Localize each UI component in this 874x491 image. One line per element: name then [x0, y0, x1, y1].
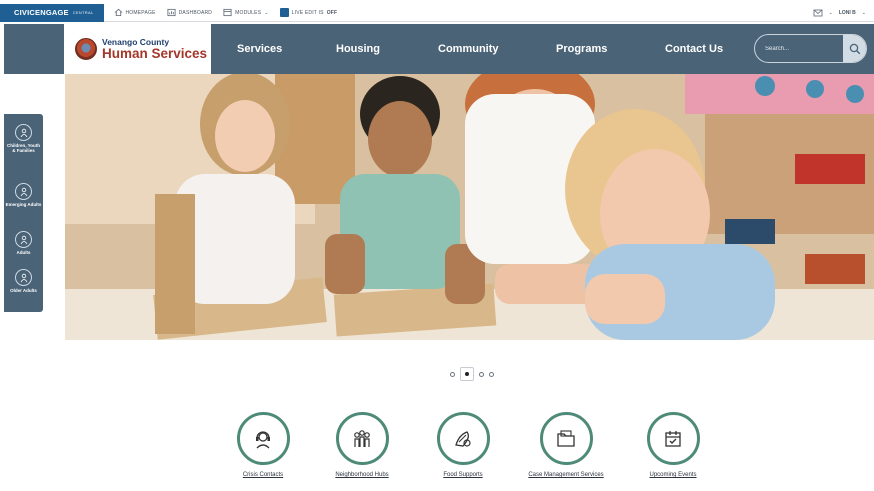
search-input[interactable]: [755, 35, 843, 62]
chevron-down-icon[interactable]: ⌄: [829, 10, 833, 16]
live-edit-state: OFF: [326, 9, 338, 16]
modules-menu[interactable]: MODULES ⌄: [223, 8, 269, 17]
chevron-down-icon[interactable]: ⌄: [862, 10, 866, 16]
civicengage-brand[interactable]: CIVICENGAGE CENTRAL: [0, 3, 104, 22]
quick-link-label[interactable]: Crisis Contacts: [243, 472, 283, 478]
quick-link-crisis-contacts[interactable]: Crisis Contacts: [218, 412, 308, 478]
quick-link-neighborhood-hubs[interactable]: Neighborhood Hubs: [317, 412, 407, 478]
dashboard-label: DASHBOARD: [178, 9, 213, 16]
calendar-check-icon: [665, 430, 681, 447]
nav-community[interactable]: Community: [438, 24, 499, 74]
live-edit-toggle[interactable]: LIVE EDIT IS OFF: [279, 8, 338, 17]
older-adult-icon: [20, 273, 27, 282]
brand-sub: CENTRAL: [72, 10, 94, 15]
dashboard-icon: [167, 8, 176, 17]
audience-older-adults[interactable]: Older Adults: [4, 269, 43, 294]
adult-icon: [20, 235, 27, 244]
group-icon: [354, 429, 370, 447]
audience-label: Children, Youth & Families: [6, 143, 41, 153]
search-icon: [849, 43, 860, 54]
logo-line-1: Venango County: [102, 36, 170, 47]
slide-dot-1[interactable]: [450, 371, 455, 377]
search-button[interactable]: [843, 35, 866, 62]
quick-link-label[interactable]: Upcoming Events: [649, 472, 696, 478]
live-edit-icon: [279, 8, 289, 17]
nav-services[interactable]: Services: [237, 24, 282, 74]
slide-dot-3[interactable]: [479, 371, 484, 377]
homepage-label: HOMEPAGE: [125, 9, 156, 16]
quick-link-case-management[interactable]: Case Management Services: [521, 412, 611, 478]
headset-icon: [256, 430, 270, 448]
food-icon: [455, 430, 471, 447]
slider-pagination: [450, 367, 494, 381]
quick-link-food-supports[interactable]: Food Supports: [418, 412, 508, 478]
nav-housing[interactable]: Housing: [336, 24, 380, 74]
folder-icon: [557, 429, 575, 447]
child-icon: [20, 128, 27, 137]
modules-icon: [223, 8, 232, 17]
nav-contact-us[interactable]: Contact Us: [665, 24, 723, 74]
audience-sidebar: Children, Youth & Families Emerging Adul…: [4, 114, 43, 312]
site-logo[interactable]: Venango County Human Services: [64, 24, 211, 74]
dashboard-link[interactable]: DASHBOARD: [167, 8, 212, 17]
hero-image: [65, 74, 874, 340]
mail-icon[interactable]: [813, 8, 823, 18]
logo-line-2: Human Services: [102, 46, 208, 61]
slide-dot-4[interactable]: [489, 371, 494, 377]
quick-link-label[interactable]: Neighborhood Hubs: [335, 472, 388, 478]
audience-label: Older Adults: [10, 288, 37, 293]
search-box: [754, 34, 867, 63]
quick-link-label[interactable]: Case Management Services: [528, 472, 603, 478]
audience-children-youth-families[interactable]: Children, Youth & Families: [4, 124, 43, 154]
audience-label: Adults: [16, 250, 31, 255]
user-menu[interactable]: LONI B: [839, 10, 856, 16]
site-header: Venango County Human Services Services H…: [4, 24, 874, 74]
page: CIVICENGAGE CENTRAL HOMEPAGE DASHBOARD M…: [0, 0, 874, 491]
slide-dot-2-active[interactable]: [460, 367, 474, 381]
nav-programs[interactable]: Programs: [556, 24, 607, 74]
young-adult-icon: [20, 187, 27, 196]
quick-link-label[interactable]: Food Supports: [443, 472, 482, 478]
live-edit-label: LIVE EDIT IS: [291, 9, 324, 16]
chevron-down-icon: ⌄: [264, 9, 269, 16]
county-seal-icon: [75, 38, 97, 60]
modules-label: MODULES: [235, 9, 262, 16]
quick-link-upcoming-events[interactable]: Upcoming Events: [628, 412, 718, 478]
brand-name: CIVICENGAGE: [14, 8, 69, 17]
home-icon: [114, 8, 122, 17]
audience-label: Emerging Adults: [5, 202, 42, 207]
admin-toolbar: CIVICENGAGE CENTRAL HOMEPAGE DASHBOARD M…: [0, 3, 874, 22]
audience-emerging-adults[interactable]: Emerging Adults: [4, 183, 43, 208]
audience-adults[interactable]: Adults: [4, 231, 43, 256]
homepage-link[interactable]: HOMEPAGE: [114, 8, 156, 17]
